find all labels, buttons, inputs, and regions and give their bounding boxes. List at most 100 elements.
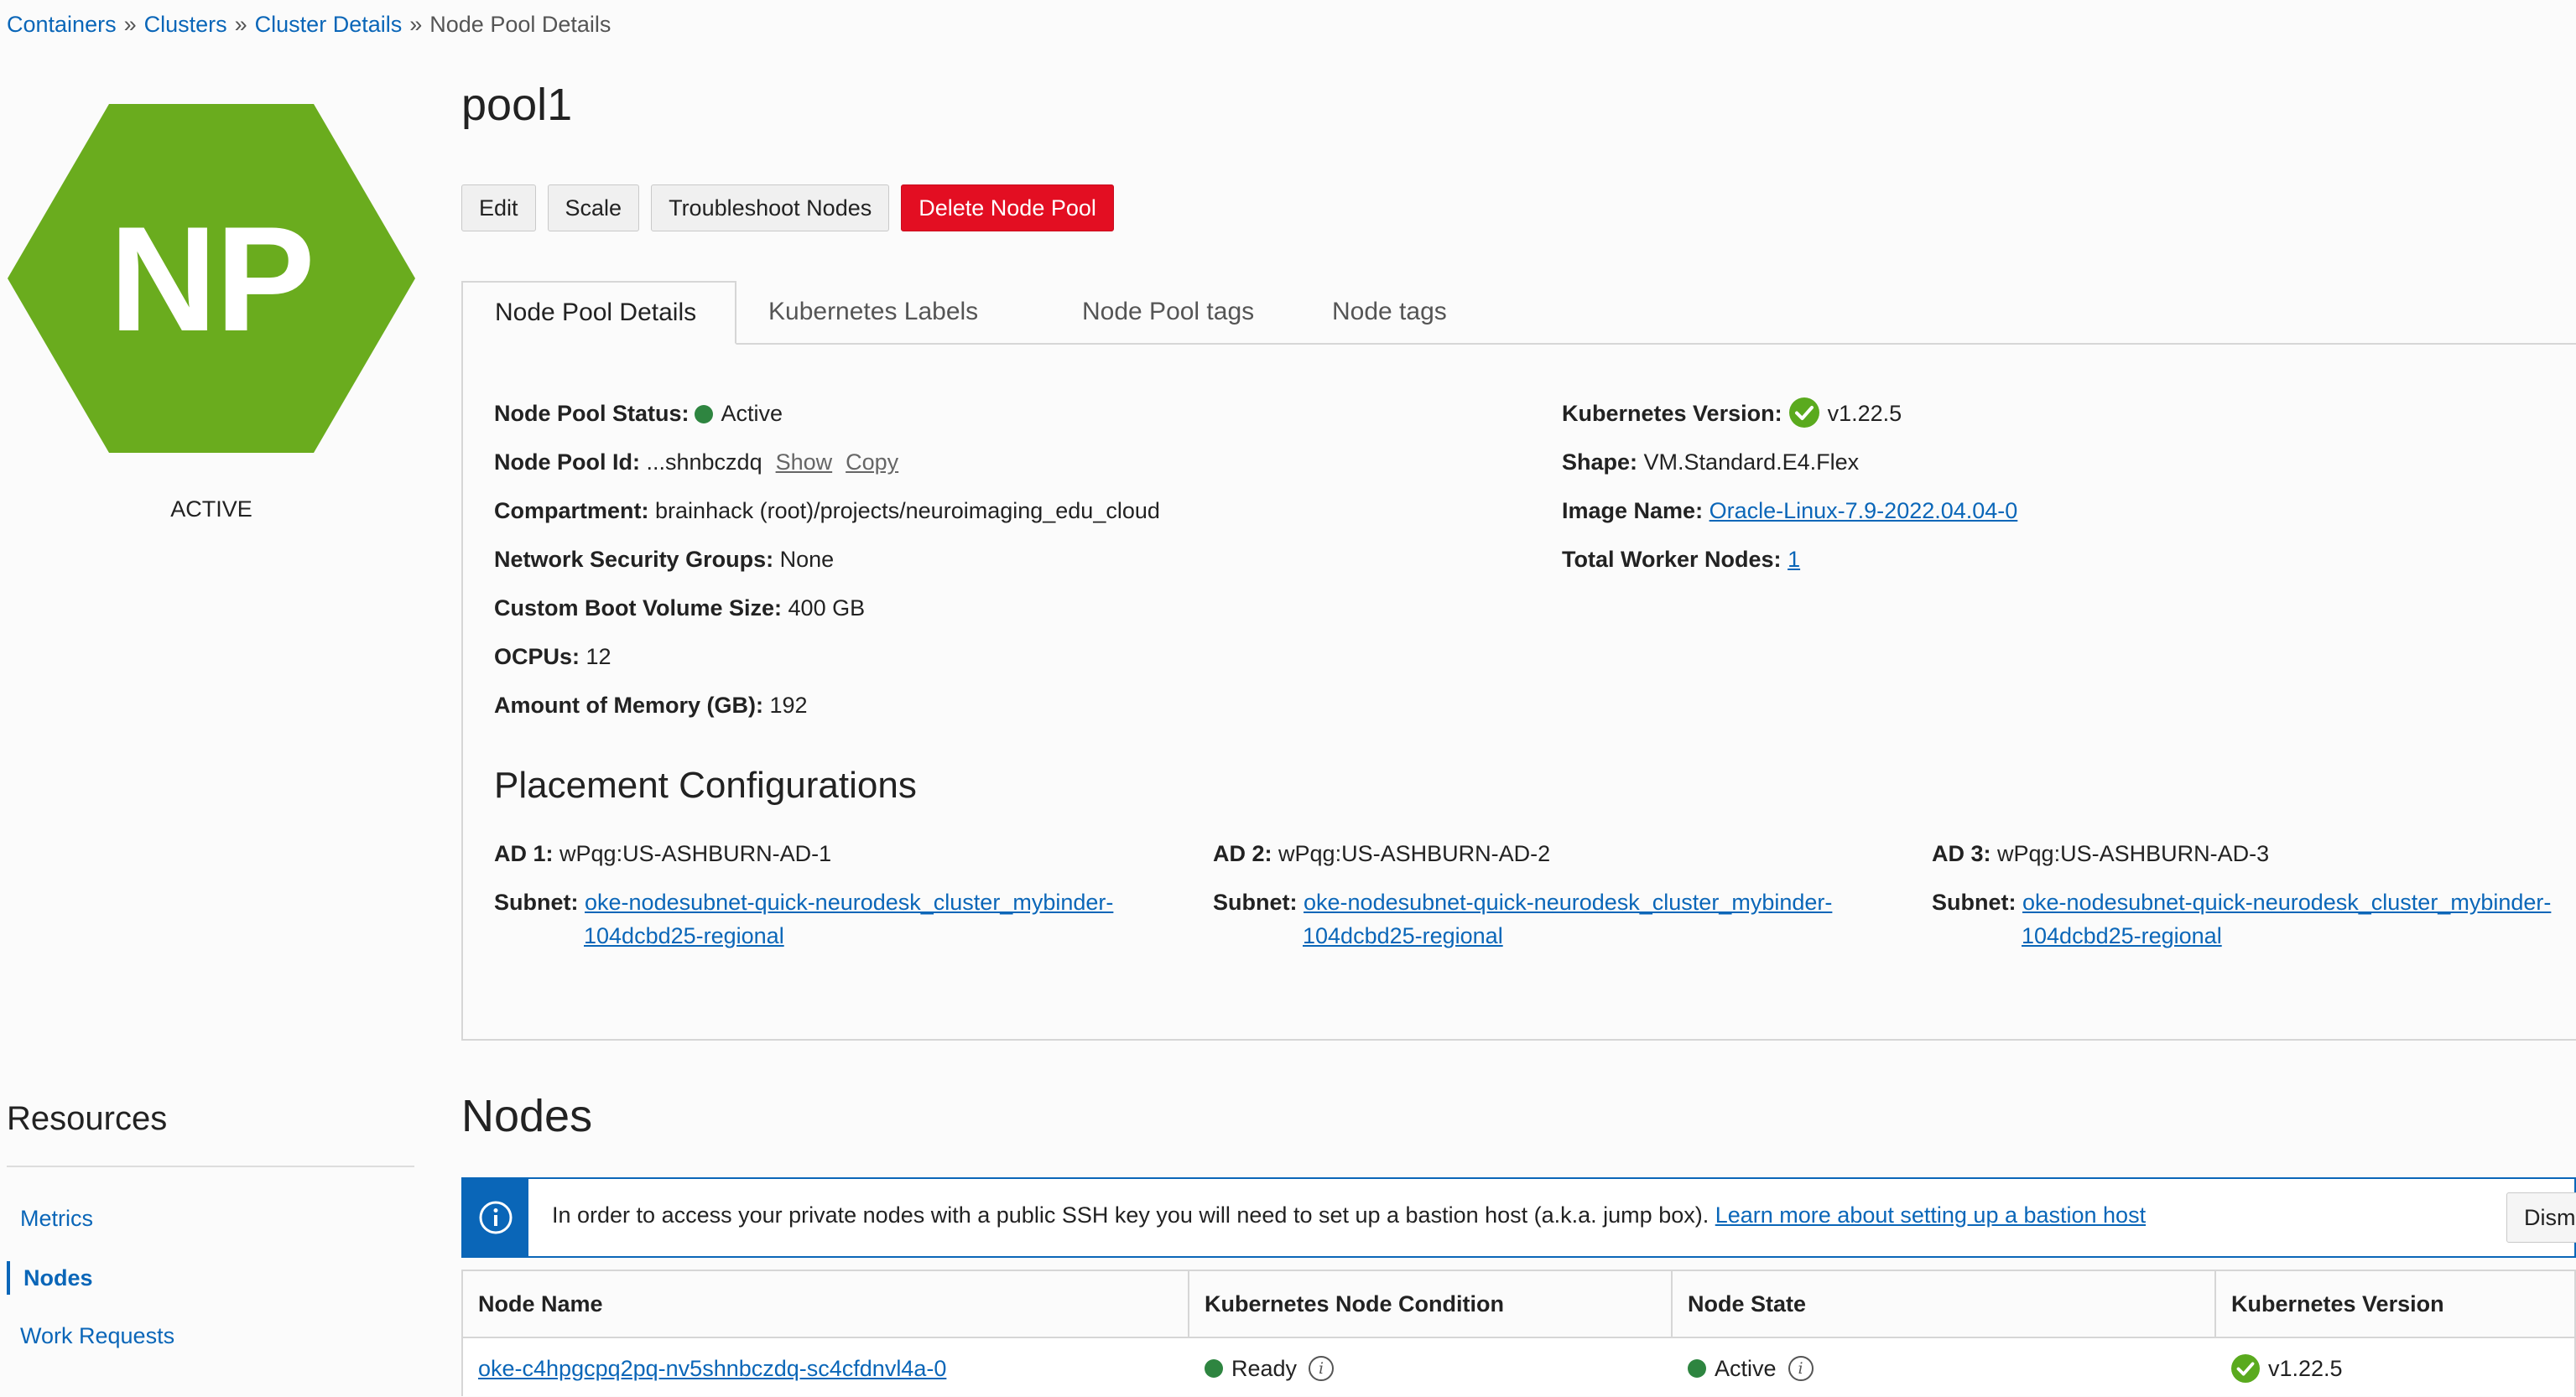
placement-ad-2: AD 2: wPqg:US-ASHBURN-AD-2 Subnet: oke-n… — [1213, 837, 1832, 953]
status-dot-icon — [1205, 1359, 1223, 1378]
subnet-link-cont[interactable]: 104dcbd25-regional — [2022, 923, 2222, 948]
nodes-title: Nodes — [461, 1091, 593, 1141]
id-value: ...shnbczdq — [646, 449, 762, 475]
info-circle-icon[interactable]: i — [1309, 1356, 1335, 1381]
info-circle-icon[interactable]: i — [1788, 1356, 1814, 1381]
dismiss-button[interactable]: Dism — [2506, 1192, 2576, 1243]
status-value: Active — [721, 401, 783, 426]
status-dot-icon — [694, 405, 713, 423]
nsg-value: None — [779, 547, 835, 572]
node-pool-badge: NP — [7, 102, 416, 454]
subnet-link[interactable]: oke-nodesubnet-quick-neurodesk_cluster_m… — [585, 890, 1113, 915]
node-state: Active — [1715, 1355, 1777, 1381]
id-label: Node Pool Id: — [494, 449, 640, 475]
status-label: Node Pool Status: — [494, 401, 690, 426]
resource-work-requests[interactable]: Work Requests — [7, 1323, 414, 1349]
breadcrumb-separator: » — [409, 12, 423, 37]
subnet-label: Subnet: — [1932, 890, 2017, 915]
tab-kubernetes-labels[interactable]: Kubernetes Labels — [736, 281, 1010, 343]
node-name-link[interactable]: oke-c4hpgcpq2pq-nv5shnbczdq-sc4cfdnvl4a-… — [478, 1356, 946, 1382]
tab-node-tags[interactable]: Node tags — [1300, 281, 1479, 343]
tab-node-pool-tags[interactable]: Node Pool tags — [1050, 281, 1286, 343]
breadcrumb-clusters[interactable]: Clusters — [144, 12, 227, 37]
network-security-groups: Network Security Groups: None — [494, 547, 834, 573]
action-bar: Edit Scale Troubleshoot Nodes Delete Nod… — [461, 184, 1114, 231]
breadcrumb-separator: » — [234, 12, 247, 37]
subnet-link[interactable]: oke-nodesubnet-quick-neurodesk_cluster_m… — [1304, 890, 1832, 915]
bastion-learn-more-link[interactable]: Learn more about setting up a bastion ho… — [1715, 1202, 2146, 1228]
boot-volume-size: Custom Boot Volume Size: 400 GB — [494, 595, 865, 621]
node-condition: Ready — [1231, 1355, 1298, 1381]
nodes-table: Node Name Kubernetes Node Condition Node… — [461, 1270, 2576, 1396]
id-copy-link[interactable]: Copy — [846, 449, 898, 475]
shape-value: VM.Standard.E4.Flex — [1643, 449, 1860, 475]
placement-title: Placement Configurations — [494, 765, 917, 806]
check-icon — [2231, 1354, 2260, 1383]
column-kubernetes-version[interactable]: Kubernetes Version — [2216, 1271, 2576, 1337]
edit-button[interactable]: Edit — [461, 184, 536, 231]
breadcrumb-separator: » — [123, 12, 137, 37]
placement-ad-1: AD 1: wPqg:US-ASHBURN-AD-1 Subnet: oke-n… — [494, 837, 1113, 953]
compartment: Compartment: brainhack (root)/projects/n… — [494, 498, 1160, 524]
ocpu-label: OCPUs: — [494, 644, 580, 669]
status-dot-icon — [1688, 1359, 1706, 1378]
column-node-condition[interactable]: Kubernetes Node Condition — [1189, 1271, 1673, 1337]
image-name: Image Name: Oracle-Linux-7.9-2022.04.04-… — [1562, 498, 2017, 524]
ad-value: wPqg:US-ASHBURN-AD-1 — [559, 841, 832, 866]
subnet-link-cont[interactable]: 104dcbd25-regional — [1303, 923, 1503, 948]
shape-label: Shape: — [1562, 449, 1638, 475]
boot-value: 400 GB — [788, 595, 866, 621]
column-node-name[interactable]: Node Name — [463, 1271, 1189, 1337]
tab-node-pool-details[interactable]: Node Pool Details — [461, 281, 736, 345]
node-condition-cell: Ready i — [1189, 1340, 1673, 1397]
troubleshoot-nodes-button[interactable]: Troubleshoot Nodes — [651, 184, 890, 231]
node-pool-id: Node Pool Id: ...shnbczdq Show Copy — [494, 449, 898, 475]
workers-link[interactable]: 1 — [1788, 547, 1800, 572]
ad-value: wPqg:US-ASHBURN-AD-2 — [1278, 841, 1551, 866]
subnet-link-cont[interactable]: 104dcbd25-regional — [584, 923, 784, 948]
image-link[interactable]: Oracle-Linux-7.9-2022.04.04-0 — [1710, 498, 2018, 523]
badge-initials: NP — [109, 195, 315, 362]
resources-title: Resources — [7, 1100, 168, 1137]
ad-label: AD 2: — [1213, 841, 1272, 866]
shape: Shape: VM.Standard.E4.Flex — [1562, 449, 1859, 475]
ocpus: OCPUs: 12 — [494, 644, 611, 670]
workers-label: Total Worker Nodes: — [1562, 547, 1782, 572]
breadcrumb-current: Node Pool Details — [429, 12, 611, 37]
subnet-link[interactable]: oke-nodesubnet-quick-neurodesk_cluster_m… — [2022, 890, 2551, 915]
subnet-label: Subnet: — [494, 890, 579, 915]
boot-label: Custom Boot Volume Size: — [494, 595, 783, 621]
placement-ad-3: AD 3: wPqg:US-ASHBURN-AD-3 Subnet: oke-n… — [1932, 837, 2551, 953]
kubernetes-version: Kubernetes Version: v1.22.5 — [1562, 397, 1902, 428]
node-state-cell: Active i — [1673, 1340, 2216, 1397]
memory-label: Amount of Memory (GB): — [494, 693, 763, 718]
nsg-label: Network Security Groups: — [494, 547, 774, 572]
column-node-state[interactable]: Node State — [1673, 1271, 2216, 1337]
delete-node-pool-button[interactable]: Delete Node Pool — [901, 184, 1114, 231]
node-pool-status: Node Pool Status: Active — [494, 401, 783, 427]
page-title: pool1 — [461, 80, 573, 130]
resource-metrics[interactable]: Metrics — [7, 1206, 414, 1232]
memory-value: 192 — [769, 693, 808, 718]
detail-tabs: Node Pool Details Kubernetes Labels Node… — [461, 281, 2576, 345]
info-icon — [463, 1179, 528, 1256]
table-header: Node Name Kubernetes Node Condition Node… — [463, 1271, 2574, 1338]
ocpu-value: 12 — [585, 644, 611, 669]
id-show-link[interactable]: Show — [776, 449, 833, 475]
badge-state: ACTIVE — [170, 496, 252, 522]
memory: Amount of Memory (GB): 192 — [494, 693, 808, 719]
ad-value: wPqg:US-ASHBURN-AD-3 — [1997, 841, 2270, 866]
bastion-info-banner: In order to access your private nodes wi… — [461, 1177, 2576, 1258]
breadcrumb-cluster-details[interactable]: Cluster Details — [255, 12, 403, 37]
image-label: Image Name: — [1562, 498, 1704, 523]
resources-divider — [7, 1166, 414, 1167]
compartment-label: Compartment: — [494, 498, 649, 523]
scale-button[interactable]: Scale — [547, 184, 640, 231]
resource-nodes[interactable]: Nodes — [7, 1261, 414, 1295]
breadcrumb: Containers» Clusters» Cluster Details» Node… — [7, 12, 611, 38]
ad-label: AD 1: — [494, 841, 554, 866]
node-name-cell: oke-c4hpgcpq2pq-nv5shnbczdq-sc4cfdnvl4a-… — [463, 1340, 1189, 1397]
info-message: In order to access your private nodes wi… — [552, 1202, 1710, 1228]
k8s-value: v1.22.5 — [1827, 401, 1902, 426]
breadcrumb-containers[interactable]: Containers — [7, 12, 117, 37]
